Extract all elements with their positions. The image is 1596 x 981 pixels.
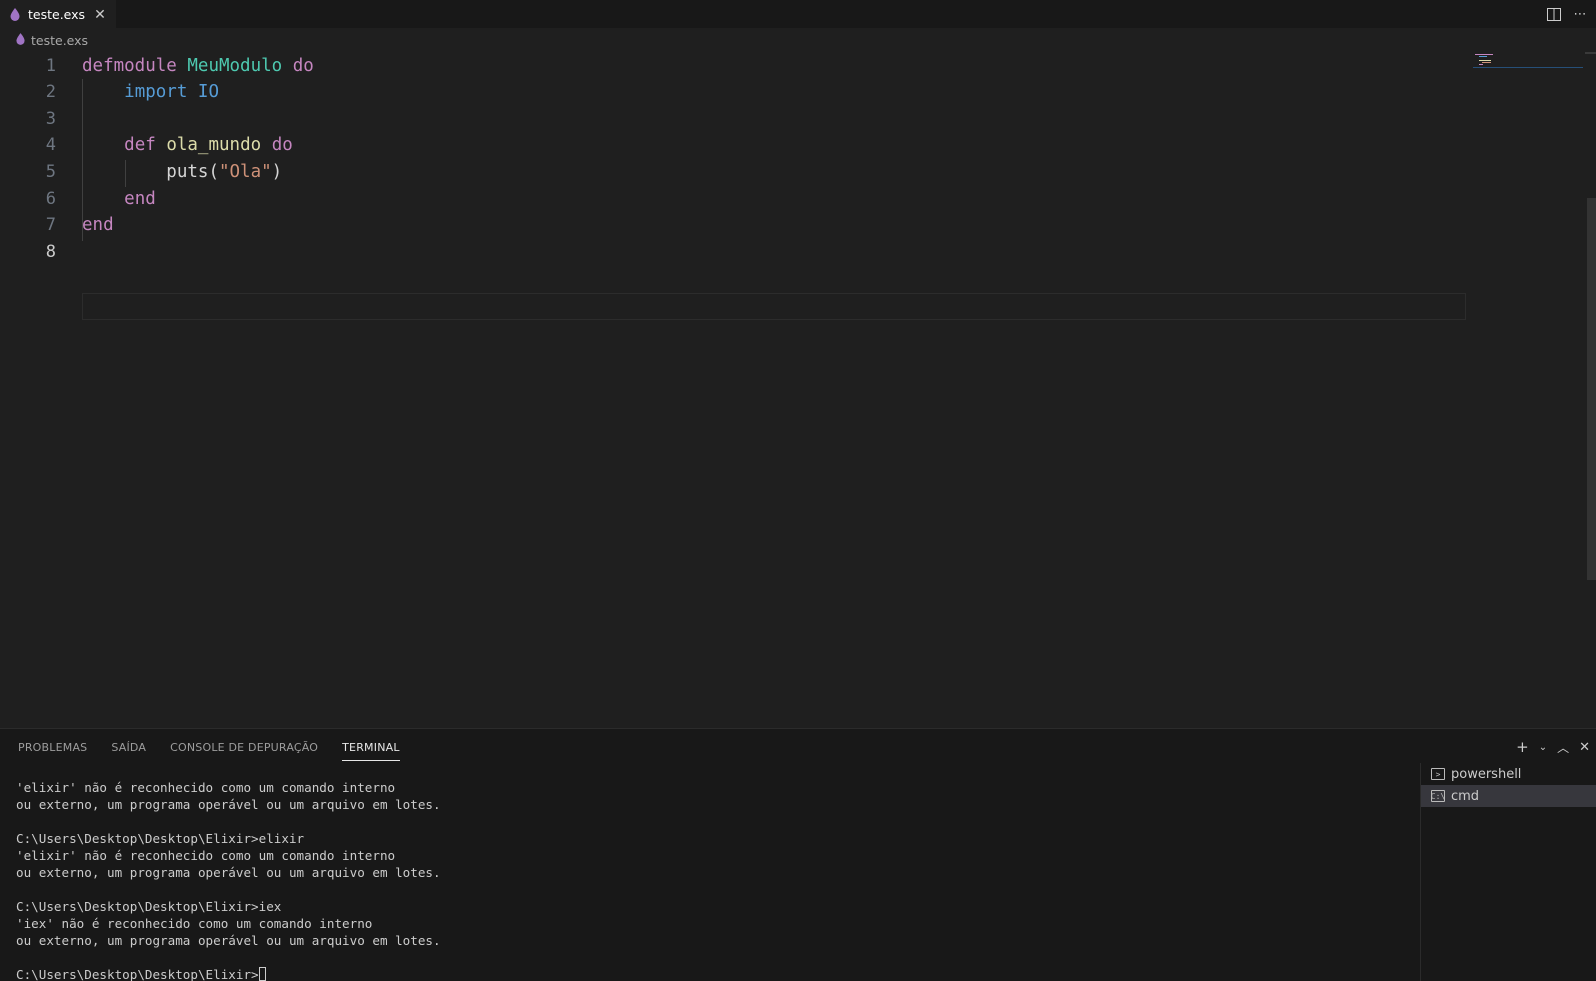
terminal-line: C:\Users\Desktop\Desktop\Elixir>iex	[16, 899, 282, 914]
code-token: IO	[197, 82, 219, 103]
code-line: 1 defmodule MeuModulo do	[0, 52, 1470, 79]
line-number: 6	[45, 188, 56, 209]
code-line: 7 end	[0, 212, 1470, 239]
breadcrumb-file[interactable]: teste.exs	[31, 33, 88, 48]
terminal-line: ou externo, um programa operável ou um a…	[16, 797, 441, 812]
tab-saida[interactable]: SAÍDA	[111, 741, 146, 761]
terminal-line: 'iex' não é reconhecido como um comando …	[16, 916, 373, 931]
tab-teste-exs[interactable]: teste.exs ✕	[0, 0, 116, 28]
current-line-highlight	[82, 293, 1466, 320]
terminal-cursor	[258, 967, 266, 981]
line-number: 5	[45, 161, 56, 182]
code-token: )	[271, 161, 283, 182]
terminal-line: ou externo, um programa operável ou um a…	[16, 933, 441, 948]
code-line: 3	[0, 105, 1470, 132]
line-number: 8	[45, 241, 56, 262]
terminal-icon: >	[1431, 768, 1445, 780]
code-line: 2 import IO	[0, 79, 1470, 106]
line-number: 2	[45, 82, 56, 103]
tab-problemas[interactable]: PROBLEMAS	[18, 741, 87, 761]
code-text: defmodule MeuModulo do	[82, 56, 314, 76]
line-number: 7	[45, 215, 56, 236]
code-line: 5 puts("Ola")	[0, 158, 1470, 185]
elixir-file-icon	[10, 8, 22, 22]
terminal-line: C:\Users\Desktop\Desktop\Elixir>elixir	[16, 831, 305, 846]
code-line: 8	[0, 238, 1470, 265]
code-token: do	[292, 55, 314, 76]
split-editor-icon[interactable]	[1546, 6, 1562, 22]
terminal-item-label: powershell	[1451, 766, 1522, 782]
code-token: def	[124, 135, 156, 156]
code-text: import IO	[82, 82, 219, 102]
more-actions-icon[interactable]: ⋯	[1572, 6, 1588, 22]
panel-tabs: PROBLEMAS SAÍDA CONSOLE DE DEPURAÇÃO TER…	[18, 741, 400, 761]
code-editor[interactable]: 1 defmodule MeuModulo do 2 import IO 3 4 def…	[0, 52, 1584, 728]
close-icon[interactable]: ✕	[92, 8, 108, 22]
bottom-panel: PROBLEMAS SAÍDA CONSOLE DE DEPURAÇÃO TER…	[0, 728, 1596, 981]
close-panel-icon[interactable]: ✕	[1579, 740, 1590, 755]
code-text: end	[82, 189, 156, 209]
code-token: MeuModulo	[187, 55, 283, 76]
tab-console-depuracao[interactable]: CONSOLE DE DEPURAÇÃO	[170, 741, 318, 761]
panel-actions: + ⌄ ︿ ✕	[1516, 738, 1590, 756]
code-line: 4 def ola_mundo do	[0, 132, 1470, 159]
code-token: puts(	[166, 161, 219, 182]
new-terminal-icon[interactable]: +	[1516, 738, 1529, 756]
editor-tab-bar: teste.exs ✕ ⋯	[0, 0, 1596, 28]
code-line: 6 end	[0, 185, 1470, 212]
elixir-file-icon	[16, 32, 25, 48]
terminal-line: ou externo, um programa operável ou um a…	[16, 865, 441, 880]
terminal-item-powershell[interactable]: > powershell	[1421, 763, 1596, 785]
terminal-list: > powershell C:\ cmd	[1420, 763, 1596, 981]
scrollbar-cursor-marker	[1585, 52, 1596, 54]
maximize-panel-icon[interactable]: ︿	[1557, 739, 1569, 756]
terminal-output[interactable]: 'elixir' não é reconhecido como um coman…	[16, 779, 1406, 981]
code-token: ola_mundo	[166, 135, 262, 156]
code-token: end	[124, 188, 156, 209]
code-text: puts("Ola")	[82, 162, 282, 182]
tab-label: teste.exs	[28, 7, 86, 22]
cmd-icon: C:\	[1430, 790, 1446, 802]
chevron-down-icon[interactable]: ⌄	[1539, 742, 1547, 753]
code-text: def ola_mundo do	[82, 135, 293, 155]
code-token: end	[82, 215, 114, 236]
tab-terminal[interactable]: TERMINAL	[342, 741, 400, 761]
line-number: 1	[45, 55, 56, 76]
terminal-prompt: C:\Users\Desktop\Desktop\Elixir>	[16, 967, 259, 981]
code-token: do	[271, 135, 293, 156]
code-token: defmodule	[82, 55, 177, 76]
minimap[interactable]	[1473, 52, 1583, 68]
code-token: "Ola"	[218, 161, 272, 182]
code-text: end	[82, 215, 114, 235]
terminal-item-label: cmd	[1451, 788, 1480, 804]
terminal-prompt-line: C:\Users\Desktop\Desktop\Elixir>	[16, 966, 1406, 981]
terminal-line: 'elixir' não é reconhecido como um coman…	[16, 848, 396, 863]
terminal-item-cmd[interactable]: C:\ cmd	[1421, 785, 1596, 807]
editor-actions: ⋯	[1546, 0, 1588, 28]
line-number: 4	[45, 135, 56, 156]
line-number: 3	[45, 108, 56, 129]
breadcrumb: teste.exs	[16, 31, 88, 49]
terminal-lines: 'elixir' não é reconhecido como um coman…	[16, 779, 1406, 966]
code-token: import	[124, 82, 188, 103]
terminal-line: 'elixir' não é reconhecido como um coman…	[16, 780, 396, 795]
scrollbar-thumb[interactable]	[1587, 198, 1596, 580]
